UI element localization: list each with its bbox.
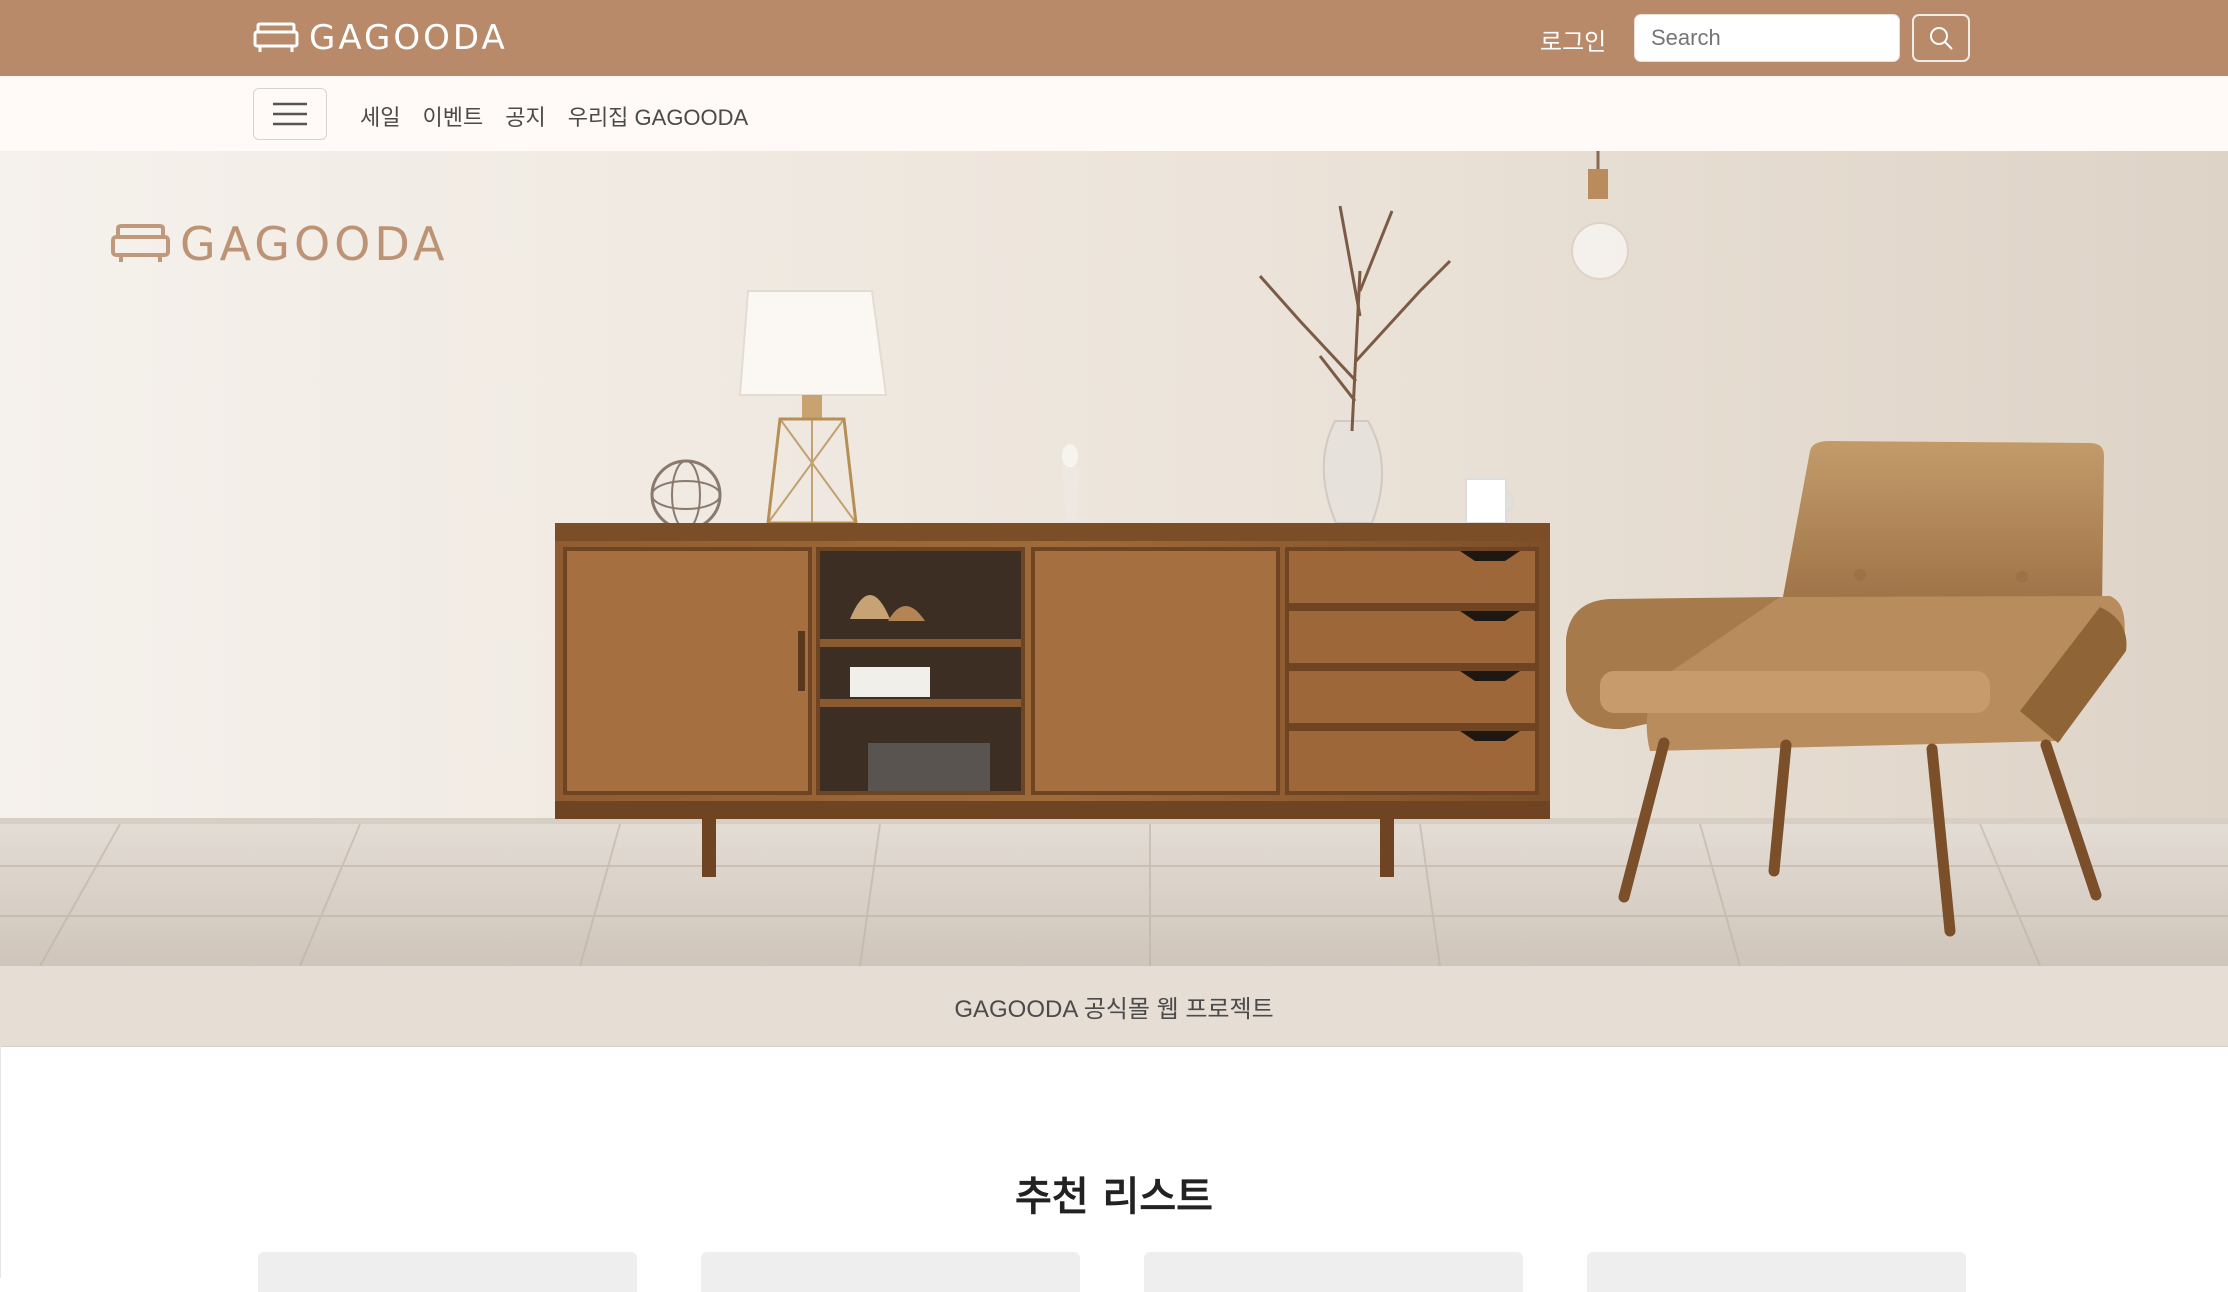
hamburger-menu-icon [273, 102, 307, 126]
login-link[interactable]: 로그인 [1540, 22, 1606, 57]
recommendation-card-list [258, 1252, 1966, 1292]
top-header: GAGOODA 로그인 [0, 0, 2228, 77]
hero-banner: GAGOODA [0, 151, 2228, 966]
search-icon [1930, 27, 1953, 50]
white-cup [1465, 478, 1515, 524]
recommendation-title: 추천 리스트 [1015, 1174, 1213, 1221]
nav-link-our-home[interactable]: 우리집 GAGOODA [568, 100, 749, 132]
hero-logo-text: GAGOODA [180, 217, 449, 271]
page-left-border [0, 1046, 1, 1278]
menu-toggle-button[interactable] [253, 88, 327, 140]
main-navigation: 세일 이벤트 공지 우리집 GAGOODA [0, 76, 2228, 152]
brand-name: GAGOODA [309, 18, 508, 58]
brand-logo-link[interactable]: GAGOODA [253, 18, 508, 58]
product-card-2[interactable] [701, 1252, 1080, 1292]
product-card-4[interactable] [1587, 1252, 1966, 1292]
hero-caption: GAGOODA 공식몰 웹 프로젝트 [954, 995, 1274, 1023]
search-button[interactable] [1912, 14, 1970, 62]
nav-link-sale[interactable]: 세일 [360, 100, 400, 132]
nav-link-event[interactable]: 이벤트 [422, 100, 483, 132]
hero-caption-bar: GAGOODA 공식몰 웹 프로젝트 [0, 966, 2228, 1047]
search-input[interactable] [1634, 14, 1900, 62]
nav-links: 세일 이벤트 공지 우리집 GAGOODA [360, 100, 748, 132]
sofa-logo-icon [253, 22, 299, 52]
living-room-illustration [0, 151, 2228, 966]
product-card-3[interactable] [1144, 1252, 1523, 1292]
product-card-1[interactable] [258, 1252, 637, 1292]
nav-link-notice[interactable]: 공지 [505, 100, 545, 132]
